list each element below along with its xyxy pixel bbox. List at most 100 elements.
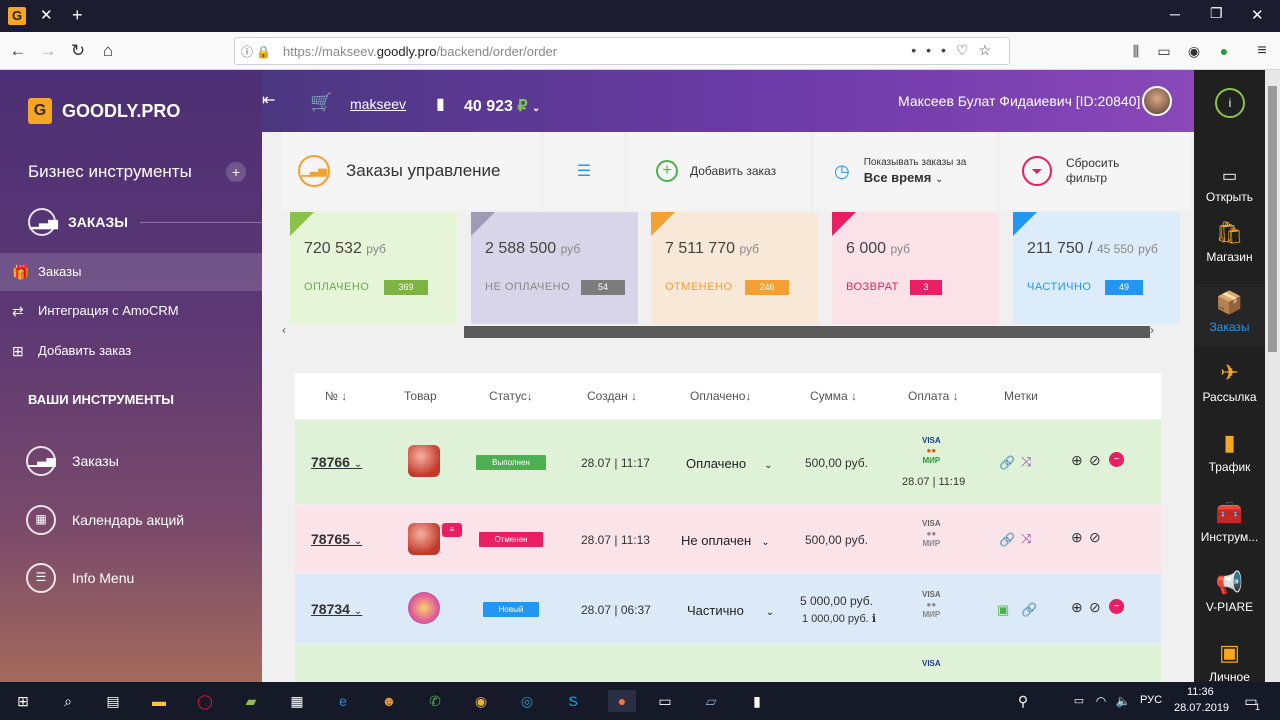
zoom-icon[interactable]: ⊕ — [1071, 599, 1083, 616]
chrome-icon[interactable]: ◉ — [470, 690, 492, 712]
sync-icon[interactable]: ● — [1210, 32, 1238, 70]
app-icon[interactable]: ▱ — [700, 690, 722, 712]
menu-icon[interactable]: ≡ — [1248, 32, 1276, 70]
cart-icon[interactable]: 🛒 — [310, 92, 332, 113]
username-link[interactable]: makseev — [350, 96, 406, 112]
panel-mailing[interactable]: ✈ Рассылка — [1194, 360, 1265, 404]
cards-scrollbar[interactable]: ‹ › — [282, 323, 1174, 338]
zoom-icon[interactable]: ⊕ — [1071, 452, 1083, 469]
paid-status[interactable]: Частично ⌄ — [687, 603, 774, 618]
wifi-icon[interactable]: ◠ — [1090, 690, 1112, 712]
page-scrollbar[interactable] — [1265, 70, 1280, 682]
tab-close-icon[interactable]: ✕ — [40, 6, 53, 24]
table-row[interactable]: 78766 ⌄ Выполнен 28.07 | 11:17 Оплачено ⌄… — [295, 420, 1161, 504]
shuffle-icon[interactable]: ⤨ — [1021, 454, 1031, 470]
col-payment[interactable]: Оплата ↓ — [908, 389, 959, 403]
link-icon[interactable]: 🔗 — [999, 532, 1015, 548]
card-unpaid[interactable]: 2 588 500 руб НЕ ОПЛАЧЕНО 54 — [471, 212, 638, 324]
tool-info-menu[interactable]: ☰ Info Menu — [26, 563, 134, 593]
url-text[interactable]: https://makseev.goodly.pro/backend/order… — [283, 44, 557, 59]
delete-icon[interactable]: − — [1109, 452, 1124, 467]
close-window-icon[interactable]: ✕ — [1251, 6, 1264, 24]
scroll-left-icon[interactable]: ‹ — [282, 323, 286, 337]
clock-time[interactable]: 11:36 — [1187, 686, 1214, 698]
url-bar[interactable]: ⓘ 🔒 https://makseev.goodly.pro/backend/o… — [234, 37, 1010, 65]
card-partial[interactable]: 211 750 / 45 550 руб ЧАСТИЧНО 49 — [1013, 212, 1180, 324]
minimize-icon[interactable]: ─ — [1170, 6, 1180, 22]
scroll-right-icon[interactable]: › — [1150, 323, 1154, 337]
order-number[interactable]: 78766 ⌄ — [311, 454, 362, 470]
calculator-icon[interactable]: ▦ — [286, 690, 308, 712]
panel-open[interactable]: ▭ Открыть — [1194, 166, 1265, 204]
table-row[interactable]: 78734 ⌄ Новый 28.07 | 06:37 Частично ⌄ 5 … — [295, 574, 1161, 644]
page-actions-icon[interactable]: •••♡☆ — [911, 42, 1001, 59]
card-paid[interactable]: 720 532 руб ОПЛАЧЕНО 369 — [290, 212, 457, 324]
sidebar-item-amocrm[interactable]: ⇄ Интеграция с AmoCRM — [0, 292, 262, 330]
link-icon[interactable]: 🔗 — [999, 455, 1015, 471]
back-icon[interactable]: ← — [4, 32, 32, 70]
app-icon[interactable]: ▰ — [240, 690, 262, 712]
period-filter[interactable]: ◷ Показывать заказы за Все время ⌄ — [814, 132, 996, 210]
table-row[interactable]: VISA — [295, 645, 1161, 682]
balance[interactable]: 40 923 ₽ ⌄ — [464, 96, 540, 116]
col-number[interactable]: № ↓ — [325, 389, 347, 403]
people-icon[interactable]: ⚲ — [1012, 690, 1034, 712]
col-status[interactable]: Статус↓ — [489, 389, 533, 403]
panel-vpiare[interactable]: 📢 V-PIARE — [1194, 570, 1265, 614]
panel-shop[interactable]: 🛍 Магазин — [1194, 220, 1265, 264]
avatar[interactable] — [1142, 86, 1172, 116]
paid-status[interactable]: Оплачено ⌄ — [686, 456, 772, 471]
tool-orders[interactable]: ▁▃▅ Заказы — [26, 446, 119, 476]
sidebar-item-add-order[interactable]: ⊞ Добавить заказ — [0, 332, 262, 370]
order-number[interactable]: 78765 ⌄ — [311, 531, 362, 547]
panel-traffic[interactable]: ▮ Трафик — [1194, 430, 1265, 474]
order-number[interactable]: 78734 ⌄ — [311, 601, 362, 617]
user-full-name[interactable]: Максеев Булат Фидаиевич [ID:20840] — [898, 93, 1140, 109]
app-icon[interactable]: ☻ — [378, 690, 400, 712]
clock-date[interactable]: 28.07.2019 — [1174, 702, 1229, 714]
new-tab-icon[interactable]: + — [72, 5, 83, 26]
brand-logo[interactable]: G GOODLY.PRO — [28, 98, 180, 124]
task-view-icon[interactable]: ▤ — [102, 690, 124, 712]
zoom-icon[interactable]: ⊕ — [1071, 529, 1083, 546]
reload-icon[interactable]: ↻ — [64, 32, 92, 70]
info-icon[interactable]: ℹ — [872, 613, 876, 625]
app-icon[interactable]: ▭ — [654, 690, 676, 712]
windows-start-icon[interactable]: ⊞ — [12, 690, 34, 712]
explorer-icon[interactable]: ▬ — [148, 690, 170, 712]
shuffle-icon[interactable]: ⤨ — [1021, 531, 1031, 547]
firefox-icon[interactable]: ● — [608, 690, 636, 712]
library-icon[interactable]: ⫼ — [1122, 32, 1150, 70]
col-created[interactable]: Создан ↓ — [587, 389, 637, 403]
add-order-button[interactable]: + Добавить заказ — [628, 132, 810, 210]
paid-status[interactable]: Не оплачен ⌄ — [681, 533, 770, 548]
table-row[interactable]: 78765 ⌄ ≡ Отменен 28.07 | 11:13 Не оплач… — [295, 505, 1161, 573]
search-icon[interactable]: ⌕ — [57, 690, 79, 712]
panel-tools[interactable]: 🧰 Инструм... — [1194, 500, 1265, 544]
info-icon[interactable]: i — [1215, 88, 1245, 118]
volume-icon[interactable]: 🔈 — [1112, 690, 1134, 712]
scrollbar-thumb[interactable] — [464, 326, 1150, 338]
page-scrollbar-thumb[interactable] — [1268, 86, 1277, 352]
reset-filter-button[interactable]: ⏷ Сбросить фильтр — [1000, 132, 1190, 210]
language-indicator[interactable]: РУС — [1140, 694, 1162, 706]
edit-icon[interactable]: ⊘ — [1089, 529, 1101, 546]
orders-section[interactable]: ▁▃▅ ЗАКАЗЫ — [28, 208, 281, 236]
home-icon[interactable]: ⌂ — [94, 32, 122, 70]
tool-calendar[interactable]: ▦ Календарь акций — [26, 505, 184, 535]
panel-orders[interactable]: 📦 Заказы — [1194, 284, 1265, 346]
forward-icon[interactable]: → — [34, 32, 62, 70]
list-view-button[interactable]: ☰ — [544, 132, 624, 210]
whatsapp-icon[interactable]: ✆ — [424, 690, 446, 712]
skype-icon[interactable]: S — [562, 690, 584, 712]
app-icon[interactable]: ◎ — [516, 690, 538, 712]
card-cancelled[interactable]: 7 511 770 руб ОТМЕНЕНО 246 — [651, 212, 818, 324]
edge-icon[interactable]: e — [332, 690, 354, 712]
col-paid[interactable]: Оплачено↓ — [690, 389, 751, 403]
card-refund[interactable]: 6 000 руб ВОЗВРАТ 3 — [832, 212, 999, 324]
opera-icon[interactable]: ◯ — [194, 690, 216, 712]
edit-icon[interactable]: ⊘ — [1089, 599, 1101, 616]
money-icon[interactable]: ▣ — [997, 602, 1009, 618]
collapse-sidebar-icon[interactable]: ⇤ — [262, 90, 275, 110]
sidebar-toggle-icon[interactable]: ▭ — [1150, 32, 1178, 70]
